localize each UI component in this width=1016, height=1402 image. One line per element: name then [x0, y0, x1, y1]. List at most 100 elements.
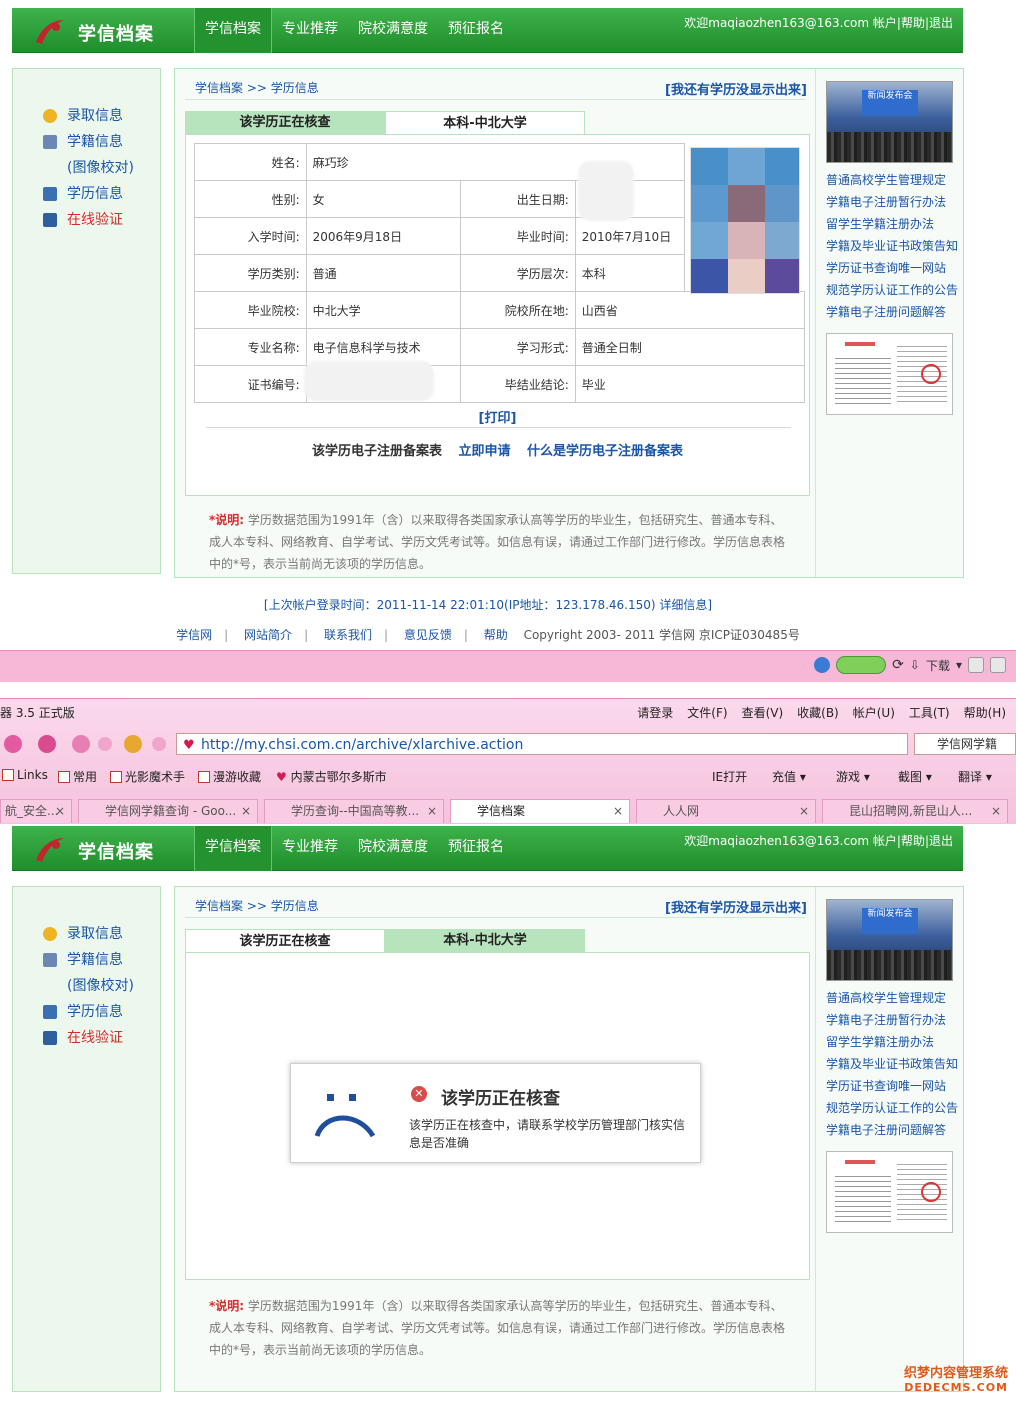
chevron-down-icon[interactable]: ▾: [956, 658, 962, 672]
tab-bachelor-zhongbei[interactable]: 本科-中北大学: [385, 929, 585, 953]
sidebar-item-enrollment[interactable]: 学籍信息: [13, 947, 160, 973]
certificate-image[interactable]: [826, 333, 953, 415]
search-box[interactable]: 学信网学籍: [914, 733, 1016, 755]
file-menu[interactable]: 文件(F): [687, 704, 727, 721]
sidebar-item-enrollment[interactable]: 学籍信息: [13, 129, 160, 155]
accelerator-toggle[interactable]: [836, 656, 887, 674]
id-card-icon: [43, 953, 57, 967]
news-image[interactable]: 新闻发布会: [826, 899, 953, 981]
browser-tab[interactable]: 昆山招聘网,新昆山人... ×: [822, 799, 1008, 823]
address-bar[interactable]: ♥ http://my.chsi.com.cn/archive/xlarchiv…: [176, 733, 908, 755]
tools-menu[interactable]: 工具(T): [909, 704, 950, 721]
fav-common[interactable]: 常用: [58, 768, 97, 785]
divider: [206, 427, 791, 428]
url-text[interactable]: http://my.chsi.com.cn/archive/xlarchive.…: [201, 737, 523, 753]
footer-link[interactable]: 学信网: [176, 628, 212, 642]
footer-link[interactable]: 帮助: [484, 628, 508, 642]
fav-ordos[interactable]: ♥ 内蒙古鄂尔多斯市: [276, 768, 387, 785]
back-icon[interactable]: [4, 735, 22, 753]
what-is-registration-link[interactable]: 什么是学历电子注册备案表: [527, 444, 683, 459]
site-logo[interactable]: 学信档案: [32, 16, 202, 46]
nav-school-satisfaction[interactable]: 院校满意度: [348, 826, 438, 871]
games[interactable]: 游戏 ▾: [836, 768, 870, 785]
undo-icon[interactable]: [72, 735, 90, 753]
sidebar-item-degree[interactable]: 学历信息: [13, 181, 160, 207]
policy-link[interactable]: 普通高校学生管理规定: [826, 169, 958, 191]
dropdown-icon[interactable]: [98, 737, 112, 751]
window-icon[interactable]: [968, 657, 984, 673]
globe-icon[interactable]: [814, 657, 831, 673]
browser-tab[interactable]: 学信网学籍查询 - Goo... ×: [78, 799, 258, 823]
sidebar-item-admission[interactable]: 录取信息: [13, 103, 160, 129]
nav-pre-enlistment[interactable]: 预征报名: [438, 8, 514, 53]
nav-major-recommend[interactable]: 专业推荐: [272, 826, 348, 871]
browser-tab[interactable]: 学历查询--中国高等教... ×: [264, 799, 444, 823]
policy-link[interactable]: 学籍电子注册暂行办法: [826, 191, 958, 213]
screenshot[interactable]: 截图 ▾: [898, 768, 932, 785]
dropdown-icon[interactable]: [152, 737, 166, 751]
sidebar-item-image-check[interactable]: (图像校对): [13, 973, 160, 999]
fav-roaming[interactable]: 漫游收藏: [198, 768, 261, 785]
browser-tab-active[interactable]: 学信档案 ×: [450, 799, 630, 823]
recharge[interactable]: 充值 ▾: [772, 768, 806, 785]
breadcrumb[interactable]: 学信档案 >> 学历信息: [195, 79, 319, 96]
site-logo[interactable]: 学信档案: [32, 834, 202, 864]
translate[interactable]: 翻译 ▾: [958, 768, 992, 785]
policy-link[interactable]: 规范学历认证工作的公告: [826, 1097, 958, 1119]
nav-pre-enlistment[interactable]: 预征报名: [438, 826, 514, 871]
nav-xuexin-archive[interactable]: 学信档案: [194, 8, 272, 53]
sidebar-item-online-verify[interactable]: 在线验证: [13, 1025, 160, 1051]
sidebar-item-image-check[interactable]: (图像校对): [13, 155, 160, 181]
policy-link[interactable]: 留学生学籍注册办法: [826, 1031, 958, 1053]
nav-major-recommend[interactable]: 专业推荐: [272, 8, 348, 53]
browser-tab[interactable]: 航_安全... ×: [0, 799, 72, 823]
download-label[interactable]: 下载: [926, 657, 950, 674]
apply-now-link[interactable]: 立即申请: [458, 444, 510, 459]
policy-link[interactable]: 学历证书查询唯一网站: [826, 257, 958, 279]
print-link[interactable]: [打印]: [186, 407, 809, 426]
policy-link[interactable]: 规范学历认证工作的公告: [826, 279, 958, 301]
nav-school-satisfaction[interactable]: 院校满意度: [348, 8, 438, 53]
policy-link[interactable]: 留学生学籍注册办法: [826, 213, 958, 235]
news-image[interactable]: 新闻发布会: [826, 81, 953, 163]
policy-link[interactable]: 学历证书查询唯一网站: [826, 1075, 958, 1097]
sidebar-item-degree[interactable]: 学历信息: [13, 999, 160, 1025]
policy-link[interactable]: 学籍电子注册问题解答: [826, 301, 958, 323]
home-icon[interactable]: [38, 735, 56, 753]
tab-under-review[interactable]: 该学历正在核查: [185, 929, 385, 953]
footer-link[interactable]: 网站简介: [244, 628, 292, 642]
user-bar[interactable]: 欢迎maqiaozhen163@163.com 帐户|帮助|退出: [684, 14, 953, 31]
policy-link[interactable]: 普通高校学生管理规定: [826, 987, 958, 1009]
sidebar-item-admission[interactable]: 录取信息: [13, 921, 160, 947]
nav-xuexin-archive[interactable]: 学信档案: [194, 826, 272, 871]
download-icon[interactable]: ⇩: [910, 658, 920, 672]
refresh-icon[interactable]: ⟳: [892, 657, 904, 673]
browser-tab[interactable]: 人人网 ×: [636, 799, 816, 823]
paw-icon[interactable]: [124, 735, 142, 753]
missing-degree-link[interactable]: [我还有学历没显示出来]: [665, 897, 807, 916]
fullscreen-icon[interactable]: [990, 657, 1006, 673]
user-bar[interactable]: 欢迎maqiaozhen163@163.com 帐户|帮助|退出: [684, 832, 953, 849]
sidebar-item-online-verify[interactable]: 在线验证: [13, 207, 160, 233]
login-menu[interactable]: 请登录: [637, 704, 673, 721]
tab-bachelor-zhongbei[interactable]: 本科-中北大学: [385, 111, 585, 135]
help-menu[interactable]: 帮助(H): [964, 704, 1006, 721]
footer-link[interactable]: 联系我们: [324, 628, 372, 642]
favorites-menu[interactable]: 收藏(B): [797, 704, 839, 721]
policy-link[interactable]: 学籍及毕业证书政策告知: [826, 1053, 958, 1075]
missing-degree-link[interactable]: [我还有学历没显示出来]: [665, 79, 807, 98]
ie-open[interactable]: IE打开: [712, 768, 747, 785]
main-content: 学信档案 >> 学历信息 [我还有学历没显示出来] 该学历正在核查 本科-中北大…: [174, 68, 964, 578]
view-menu[interactable]: 查看(V): [742, 704, 784, 721]
certificate-image[interactable]: [826, 1151, 953, 1233]
policy-link[interactable]: 学籍及毕业证书政策告知: [826, 235, 958, 257]
policy-link[interactable]: 学籍电子注册问题解答: [826, 1119, 958, 1141]
fav-links[interactable]: Links: [2, 768, 48, 782]
footer-link[interactable]: 意见反馈: [404, 628, 452, 642]
tab-under-review[interactable]: 该学历正在核查: [185, 111, 385, 135]
last-login-detail-link[interactable]: 详细信息]: [659, 598, 712, 612]
account-menu[interactable]: 帐户(U): [853, 704, 895, 721]
breadcrumb[interactable]: 学信档案 >> 学历信息: [195, 897, 319, 914]
policy-link[interactable]: 学籍电子注册暂行办法: [826, 1009, 958, 1031]
fav-photo-tool[interactable]: 光影魔术手: [110, 768, 185, 785]
